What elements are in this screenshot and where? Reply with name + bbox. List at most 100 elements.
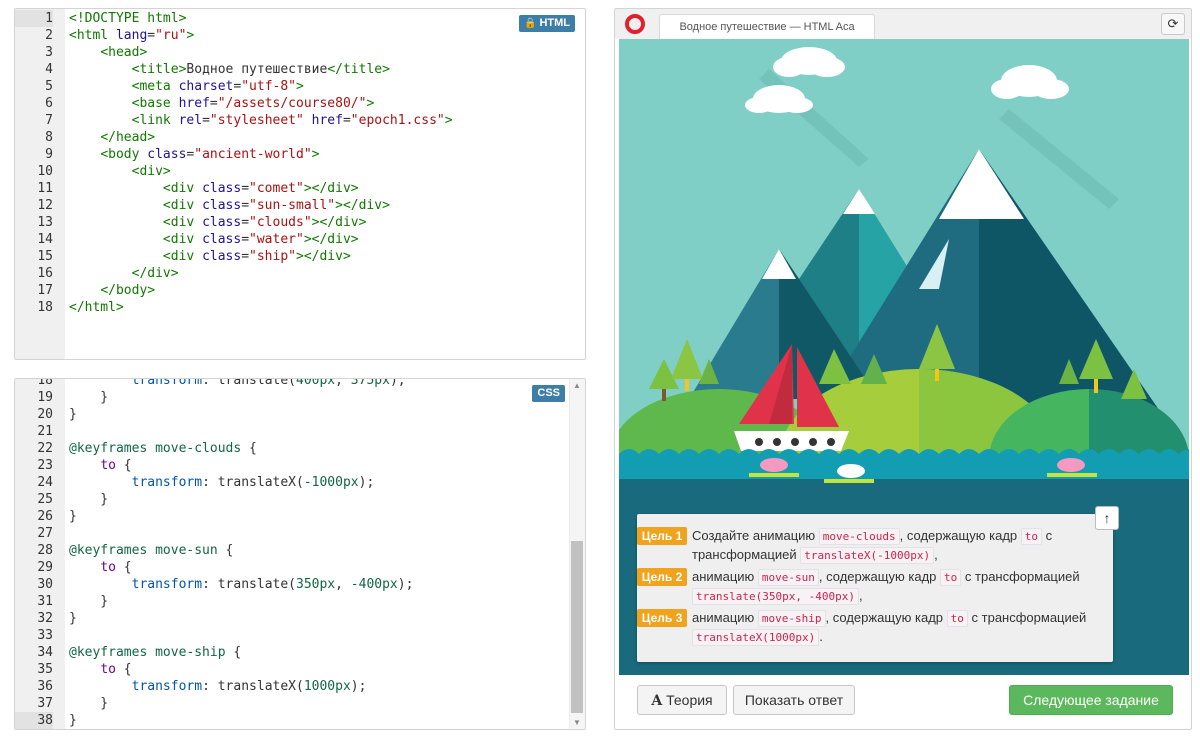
line-number: 27 [37,526,53,541]
code-line[interactable]: <div> [69,163,171,180]
line-number: 38 [15,712,53,729]
code-token: "ru" [155,28,187,43]
code-token: to [100,662,116,677]
code-token: : translate( [202,378,296,388]
code-line[interactable]: <link rel="stylesheet" href="epoch1.css"… [69,112,453,129]
line-number: 1 [15,10,53,27]
browser-tab[interactable]: Водное путешествие — HTML Aca [659,14,875,40]
code-line[interactable]: transform: translateX(-1000px); [69,474,375,491]
line-number: 19 [37,390,53,405]
task-text: , содержащую кадр [818,569,941,584]
code-line[interactable]: </head> [69,129,155,146]
code-line[interactable]: to { [69,661,131,678]
line-number: 18 [37,378,53,388]
code-line[interactable]: @keyframes move-sun { [69,542,233,559]
code-line[interactable]: } [69,491,108,508]
code-token: rel [178,113,203,128]
code-line[interactable]: <meta charset="utf-8"> [69,78,304,95]
code-line[interactable]: <title>Водное путешествие</title> [69,61,390,78]
scroll-thumb[interactable] [571,541,583,713]
code-line[interactable]: </html> [69,299,124,316]
code-line[interactable]: } [69,508,77,525]
code-token: </title> [327,62,390,77]
code-token: { [115,560,132,575]
theory-label: Теория [666,692,713,708]
code-line[interactable]: } [69,610,77,627]
code-line[interactable]: } [69,406,77,423]
code-line[interactable]: </body> [69,282,155,299]
line-number: 23 [37,458,53,473]
code-line[interactable]: transform: translate(400px, 375px); [69,378,406,389]
line-number: 2 [45,28,53,43]
code-line[interactable]: <div class="ship"></div> [69,248,351,265]
code-token: <div> [131,164,171,179]
scroll-down-icon[interactable]: ▼ [573,718,581,727]
theory-button[interactable]: A Теория [637,685,727,715]
code-tag: translate(350px, -400px) [692,588,859,605]
code-line[interactable]: to { [69,559,132,576]
code-token: = [241,198,250,213]
next-task-button[interactable]: Следующее задание [1009,685,1173,715]
code-line[interactable]: @keyframes move-ship { [69,644,241,661]
code-token: class [202,215,242,230]
code-line[interactable]: <div class="clouds"></div> [69,214,367,231]
code-token: <title> [131,62,187,77]
theory-icon: A [651,693,663,709]
code-token: <div [162,181,203,196]
refresh-icon[interactable]: ⟳ [1161,13,1185,35]
code-line[interactable]: @keyframes move-clouds { [69,440,257,457]
code-line[interactable]: <div class="water"></div> [69,231,359,248]
line-number: 13 [37,215,53,230]
code-line[interactable]: } [69,712,77,729]
code-line[interactable]: to { [69,457,131,474]
code-token: = [241,249,250,264]
line-number: 10 [37,164,53,179]
code-token: transform [131,679,203,694]
code-line[interactable]: <!DOCTYPE html> [69,10,186,27]
line-number: 24 [37,475,53,490]
code-token: } [69,594,109,609]
code-line[interactable]: <div class="sun-small"></div> [69,197,390,214]
code-line[interactable]: } [69,389,108,406]
code-token: = [209,96,218,111]
line-number: 21 [37,424,53,439]
code-line[interactable]: <div class="comet"></div> [69,180,359,197]
code-token: 375px [350,378,390,388]
code-token: > [366,96,375,111]
opera-logo-icon [625,14,645,34]
code-line[interactable]: transform: translate(350px, -400px); [69,576,414,593]
code-line[interactable]: <body class="ancient-world"> [69,146,319,163]
code-tag: to [940,569,962,586]
code-token: <div [162,215,203,230]
code-line[interactable]: <html lang="ru"> [69,27,194,44]
css-editor[interactable]: 18 transform: translate(400px, 375px); 19… [14,378,586,730]
code-token: 400px [296,378,336,388]
html-editor[interactable]: 1 <!DOCTYPE html> 2 <html lang="ru"> 3 <head… [14,8,586,360]
code-line[interactable]: } [69,695,108,712]
collapse-arrow-icon[interactable]: ↑ [1095,506,1119,530]
scroll-up-icon[interactable]: ▲ [573,381,581,390]
code-token: "utf-8" [241,79,297,94]
code-line[interactable]: transform: translateX(1000px); [69,678,367,695]
code-line[interactable]: </div> [69,265,179,282]
css-scrollbar[interactable]: ▲ ▼ [569,379,585,729]
code-token: ); [358,475,375,490]
code-line[interactable]: } [69,593,108,610]
code-line[interactable]: <head> [69,44,147,61]
code-token: "ship" [249,249,296,264]
show-answer-button[interactable]: Показать ответ [733,685,855,715]
code-token: = [147,28,156,43]
html-badge: 🔒 HTML [518,15,575,32]
code-token: <link [131,113,179,128]
code-token: > [186,28,195,43]
code-line[interactable]: <base href="/assets/course80/"> [69,95,375,112]
code-token: Водное путешествие [186,62,328,77]
line-number: 31 [37,594,53,609]
